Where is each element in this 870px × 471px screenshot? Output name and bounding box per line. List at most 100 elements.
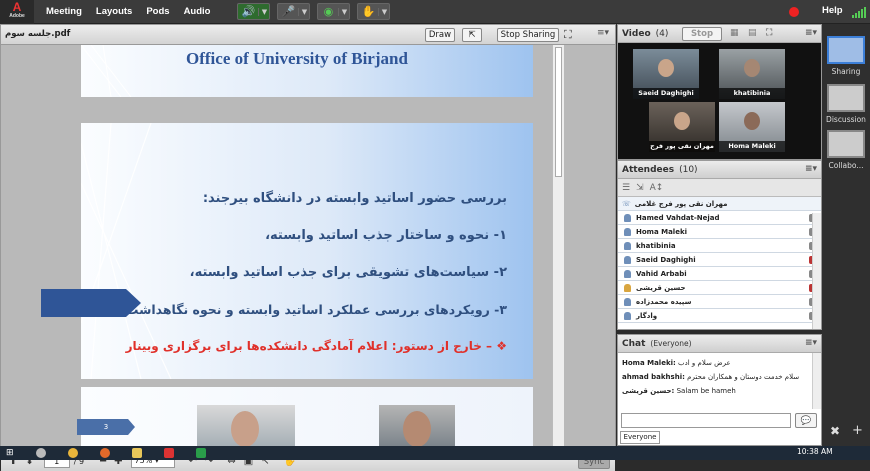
chat-message: Homa Maleki: عرض سلام و ادب xyxy=(618,356,821,370)
filmstrip-icon[interactable]: ▤ xyxy=(748,28,757,38)
person-icon xyxy=(624,283,631,292)
host-row[interactable]: ☏ مهران نقی پور فرج غلامی xyxy=(618,197,821,211)
firefox-icon[interactable] xyxy=(99,448,110,458)
settings-icon[interactable]: ✖ xyxy=(830,424,840,438)
scroll-thumb[interactable] xyxy=(555,47,562,177)
attendee-name: سپیده محمدزاده xyxy=(636,297,692,306)
video-tile[interactable]: khatibinia xyxy=(719,49,785,99)
layout-collaboration-label[interactable]: Collabo... xyxy=(822,161,870,170)
folder-icon[interactable] xyxy=(131,448,142,458)
slide-arrow xyxy=(41,289,141,317)
attendees-scrollbar[interactable] xyxy=(812,213,821,329)
list-view-icon[interactable]: ☰ xyxy=(622,183,630,193)
attendees-toolbar: ☰ ⇲ A↕ xyxy=(618,179,821,197)
excel-icon[interactable] xyxy=(195,448,206,458)
chat-sender: حسین قریشی: xyxy=(622,387,675,395)
fullscreen-icon[interactable]: ⛶ xyxy=(564,28,572,42)
send-button[interactable]: 💬 xyxy=(795,413,817,428)
attendees-count: (10) xyxy=(679,164,698,175)
pointer-button[interactable]: ⇱ xyxy=(462,28,482,42)
attendee-name: وادگار xyxy=(636,311,658,320)
raise-hand-button[interactable]: ✋ ▼ xyxy=(357,3,391,20)
layout-sharing-thumb[interactable] xyxy=(827,36,865,64)
chrome-icon[interactable] xyxy=(67,448,78,458)
slide-item-bullet: ❖ xyxy=(496,339,507,353)
adobe-connect-icon[interactable] xyxy=(163,448,174,458)
chat-tab-everyone[interactable]: Everyone xyxy=(620,431,660,444)
chevron-down-icon[interactable]: ▼ xyxy=(338,7,349,16)
menu-audio[interactable]: Audio xyxy=(184,6,211,17)
attendees-pod-header: Attendees (10) ≡▾ xyxy=(618,161,821,179)
draw-button[interactable]: Draw xyxy=(425,28,455,42)
video-tiles: Saeid Daghighi khatibinia مهران نقی پور … xyxy=(621,44,817,158)
person-icon xyxy=(624,297,631,306)
menu-meeting[interactable]: Meeting xyxy=(46,6,82,17)
attendee-row[interactable]: khatibinia xyxy=(618,239,821,253)
video-title: Video xyxy=(622,28,651,39)
chat-scrollbar[interactable] xyxy=(812,353,821,409)
status-view-icon[interactable]: ⇲ xyxy=(636,183,644,193)
video-tile[interactable]: مهران نقی پور فرج xyxy=(649,102,715,152)
attendee-row[interactable]: وادگار xyxy=(618,309,821,323)
attendee-name: Vahid Arbabi xyxy=(636,269,687,278)
attendee-name: khatibinia xyxy=(636,241,676,250)
help-menu[interactable]: Help xyxy=(822,5,843,16)
chevron-down-icon[interactable]: ▼ xyxy=(258,7,269,16)
record-icon[interactable] xyxy=(789,7,799,17)
top-bar: A Adobe Meeting Layouts Pods Audio 🔊 ▼ 🎤 ▼ … xyxy=(0,0,870,24)
person-icon xyxy=(624,213,631,222)
host-name: مهران نقی پور فرج غلامی xyxy=(634,199,728,208)
sort-icon[interactable]: A↕ xyxy=(650,183,664,193)
layout-sharing-label[interactable]: Sharing xyxy=(822,67,870,76)
video-pod-header: Video (4) Stop ▦ ▤ ⛶ ≡▾ xyxy=(618,25,821,43)
attendee-row[interactable]: حسین قریشی xyxy=(618,281,821,295)
connection-signal-icon xyxy=(852,6,866,18)
person-icon xyxy=(624,227,631,236)
webcam-button[interactable]: ◉ ▼ xyxy=(317,3,351,20)
speaker-button[interactable]: 🔊 ▼ xyxy=(237,3,271,20)
attendee-row[interactable]: Saeid Daghighi xyxy=(618,253,821,267)
chat-input[interactable] xyxy=(621,413,791,428)
chat-sender: Homa Maleki: xyxy=(622,359,676,367)
slide-number-tab: 3 xyxy=(77,419,135,435)
attendee-row[interactable]: Homa Maleki xyxy=(618,225,821,239)
chat-text: Salam be hameh xyxy=(676,387,736,395)
start-icon[interactable]: ⊞ xyxy=(6,448,14,458)
share-filename: جلسه سوم.pdf xyxy=(5,29,71,39)
chat-pod-header: Chat (Everyone) ≡▾ xyxy=(618,335,821,353)
layout-collaboration-thumb[interactable] xyxy=(827,130,865,158)
layout-discussion-thumb[interactable] xyxy=(827,84,865,112)
slide-1: Office of University of Birjand xyxy=(81,45,533,97)
attendee-name: حسین قریشی xyxy=(636,283,686,292)
video-tile[interactable]: Homa Maleki xyxy=(719,102,785,152)
grid-view-icon[interactable]: ▦ xyxy=(730,28,739,38)
pod-menu-icon[interactable]: ≡▾ xyxy=(597,28,609,38)
attendee-row[interactable]: سپیده محمدزاده xyxy=(618,295,821,309)
search-icon[interactable] xyxy=(35,448,46,458)
pod-menu-icon[interactable]: ≡▾ xyxy=(805,28,817,38)
attendee-row[interactable]: Hamed Vahdat-Nejad xyxy=(618,211,821,225)
slide-item-3: ۳- رویکردهای بررسی عملکرد اساتید وابسته … xyxy=(99,302,507,317)
video-fullscreen-icon[interactable]: ⛶ xyxy=(766,28,772,38)
attendee-name: Saeid Daghighi xyxy=(636,255,696,264)
pod-menu-icon[interactable]: ≡▾ xyxy=(805,164,817,174)
chevron-down-icon[interactable]: ▼ xyxy=(378,7,389,16)
chevron-down-icon[interactable]: ▼ xyxy=(298,7,309,16)
menu-pods[interactable]: Pods xyxy=(146,6,169,17)
layout-discussion-label[interactable]: Discussion xyxy=(822,115,870,124)
stop-video-button[interactable]: Stop xyxy=(682,27,722,41)
attendees-pod: Attendees (10) ≡▾ ☰ ⇲ A↕ ☏ مهران نقی پور … xyxy=(617,160,822,330)
document-scrollbar[interactable] xyxy=(552,45,564,451)
add-layout-icon[interactable]: + xyxy=(852,423,863,438)
chat-text: سلام خدمت دوستان و همکاران محترم xyxy=(687,373,800,381)
menu-layouts[interactable]: Layouts xyxy=(96,6,132,17)
video-tile[interactable]: Saeid Daghighi xyxy=(633,49,699,99)
video-tile-name: مهران نقی پور فرج xyxy=(649,141,715,152)
document-viewer: Office of University of Birjand بررسی حض… xyxy=(1,45,615,451)
adobe-logo: A Adobe xyxy=(0,0,34,24)
pod-menu-icon[interactable]: ≡▾ xyxy=(805,338,817,348)
attendee-row[interactable]: Vahid Arbabi xyxy=(618,267,821,281)
microphone-button[interactable]: 🎤 ▼ xyxy=(277,3,311,20)
slide-number: 3 xyxy=(103,423,109,431)
stop-sharing-button[interactable]: Stop Sharing xyxy=(497,28,559,42)
